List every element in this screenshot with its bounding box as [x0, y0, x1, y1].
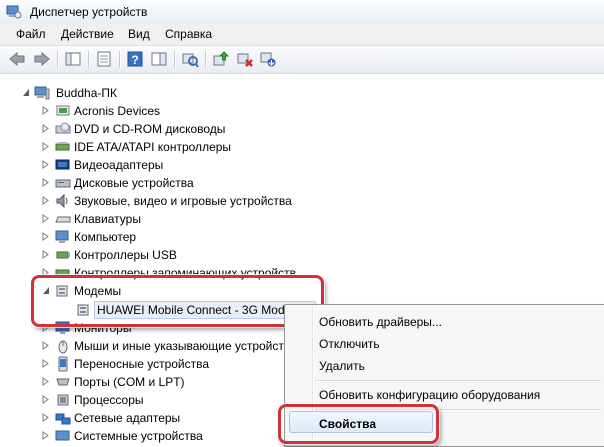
expanded-arrow-icon[interactable] — [42, 286, 50, 295]
tree-item-label: Порты (COM и LPT) — [74, 375, 185, 389]
collapsed-arrow-icon[interactable] — [42, 377, 50, 386]
tree-item-dvd[interactable]: DVD и CD-ROM дисководы — [0, 120, 604, 138]
tree-item-label: Звуковые, видео и игровые устройства — [74, 194, 292, 208]
expanded-arrow-icon[interactable] — [22, 88, 30, 97]
collapsed-arrow-icon[interactable] — [42, 178, 50, 187]
tree-root[interactable]: Buddha-ПК — [0, 84, 604, 102]
usb-controller-icon — [56, 251, 70, 259]
collapsed-arrow-icon[interactable] — [42, 341, 50, 350]
tree-item-keyboards[interactable]: Клавиатуры — [0, 210, 604, 228]
portable-device-icon — [58, 356, 68, 372]
uninstall-device-icon[interactable] — [236, 50, 254, 68]
context-menu: Обновить драйверы... Отключить Удалить О… — [284, 304, 604, 447]
tree-item-label: Мыши и иные указывающие устройства — [74, 339, 297, 353]
collapsed-arrow-icon[interactable] — [42, 268, 50, 277]
collapsed-arrow-icon[interactable] — [42, 395, 50, 404]
title-bar: Диспетчер устройств — [0, 0, 604, 24]
collapsed-arrow-icon[interactable] — [42, 196, 50, 205]
help-icon[interactable]: ? — [126, 50, 144, 68]
dvd-drive-icon — [55, 122, 71, 134]
menu-bar: Файл Действие Вид Справка — [0, 24, 604, 46]
menu-file[interactable]: Файл — [16, 27, 46, 41]
tree-item-label: Переносные устройства — [74, 357, 210, 371]
network-adapter-icon — [55, 413, 71, 425]
monitor-icon — [55, 321, 70, 334]
menu-properties[interactable]: Свойства — [319, 417, 376, 431]
svg-text:?: ? — [131, 53, 138, 67]
processor-icon — [57, 394, 69, 406]
tree-item-label: Процессоры — [74, 393, 144, 407]
collapsed-arrow-icon[interactable] — [42, 431, 50, 440]
menu-update-drivers[interactable]: Обновить драйверы... — [319, 315, 442, 329]
speaker-icon — [56, 193, 68, 209]
menu-delete[interactable]: Удалить — [319, 359, 365, 373]
tree-item-usb[interactable]: Контроллеры USB — [0, 246, 604, 264]
tree-item-label: Контроллеры USB — [74, 248, 177, 262]
acronis-device-icon — [56, 105, 70, 116]
toolbar: ? — [0, 46, 604, 74]
system-device-icon — [55, 430, 70, 441]
collapsed-arrow-icon[interactable] — [42, 359, 50, 368]
collapsed-arrow-icon[interactable] — [42, 142, 50, 151]
update-driver-icon[interactable] — [212, 50, 230, 68]
tree-item-label: Дисковые устройства — [74, 176, 194, 190]
mouse-icon — [58, 340, 68, 354]
tree-item-label: Acronis Devices — [74, 104, 161, 118]
back-arrow-icon[interactable] — [8, 50, 26, 68]
tree-item-disks[interactable]: Дисковые устройства — [0, 174, 604, 192]
menu-view[interactable]: Вид — [128, 27, 150, 41]
tree-item-storage-controllers[interactable]: Контроллеры запоминающих устройств — [0, 264, 604, 282]
tree-item-label: Системные устройства — [74, 429, 203, 443]
keyboard-icon — [55, 216, 71, 223]
scan-hardware-icon[interactable] — [181, 50, 199, 68]
tree-item-video[interactable]: Видеоадаптеры — [0, 156, 604, 174]
window-title: Диспетчер устройств — [30, 5, 148, 19]
tree-item-label: DVD и CD-ROM дисководы — [74, 122, 226, 136]
modem-icon — [77, 304, 89, 316]
tree-item-label: Сетевые адаптеры — [74, 411, 181, 425]
device-manager-icon — [6, 5, 22, 19]
collapsed-arrow-icon[interactable] — [42, 323, 50, 332]
menu-separator — [315, 409, 601, 410]
menu-disable[interactable]: Отключить — [319, 337, 380, 351]
tree-item-label: Контроллеры запоминающих устройств — [74, 266, 296, 280]
collapsed-arrow-icon[interactable] — [42, 232, 50, 241]
computer-icon — [55, 230, 69, 243]
disk-drive-icon — [55, 179, 71, 188]
forward-arrow-icon[interactable] — [33, 50, 51, 68]
port-icon — [56, 378, 70, 386]
tree-item-ide[interactable]: IDE ATA/ATAPI контроллеры — [0, 138, 604, 156]
collapsed-arrow-icon[interactable] — [42, 124, 50, 133]
ide-controller-icon — [55, 142, 70, 151]
properties-sheet-icon[interactable] — [95, 50, 113, 68]
menu-action[interactable]: Действие — [61, 27, 114, 41]
tree-item-label: Компьютер — [74, 230, 137, 244]
collapsed-arrow-icon[interactable] — [42, 250, 50, 259]
collapsed-arrow-icon[interactable] — [42, 106, 50, 115]
console-tree-icon[interactable] — [64, 50, 82, 68]
tree-item-modems[interactable]: Модемы — [0, 282, 604, 300]
tree-item-sound[interactable]: Звуковые, видео и игровые устройства — [0, 192, 604, 210]
tree-item-label: Мониторы — [74, 321, 132, 335]
tree-item-label: Модемы — [74, 284, 122, 298]
menu-separator — [315, 380, 601, 381]
storage-controller-icon — [55, 269, 70, 277]
tree-root-label: Buddha-ПК — [56, 86, 117, 100]
tree-item-label: Клавиатуры — [74, 212, 141, 226]
disable-device-icon[interactable] — [259, 50, 277, 68]
menu-help[interactable]: Справка — [165, 27, 212, 41]
collapsed-arrow-icon[interactable] — [42, 214, 50, 223]
tree-item-computer[interactable]: Компьютер — [0, 228, 604, 246]
tree-item-acronis[interactable]: Acronis Devices — [0, 102, 604, 120]
collapsed-arrow-icon[interactable] — [42, 160, 50, 169]
show-hide-pane-icon[interactable] — [150, 50, 168, 68]
computer-icon — [34, 86, 50, 100]
tree-item-label: HUAWEI Mobile Connect - 3G Modem — [97, 303, 302, 317]
tree-item-label: IDE ATA/ATAPI контроллеры — [74, 140, 232, 154]
menu-scan-hardware[interactable]: Обновить конфигурацию оборудования — [319, 388, 540, 402]
tree-item-label: Видеоадаптеры — [74, 158, 164, 172]
collapsed-arrow-icon[interactable] — [42, 413, 50, 422]
modem-icon — [56, 285, 68, 297]
display-adapter-icon — [55, 159, 70, 170]
